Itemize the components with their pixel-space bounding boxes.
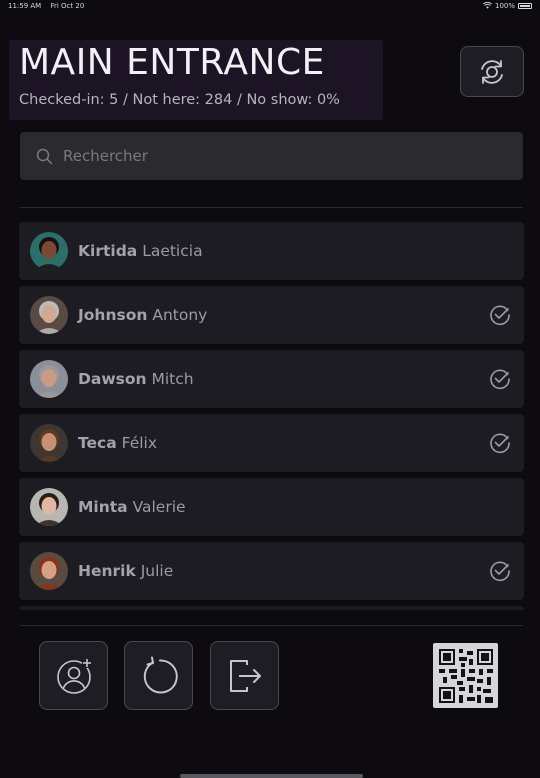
- sync-icon: [481, 59, 503, 84]
- refresh-icon: [143, 656, 178, 693]
- avatar: [30, 360, 68, 398]
- attendee-last-name: Teca: [78, 434, 117, 452]
- checkin-stats: Checked-in: 5 / Not here: 284 / No show:…: [19, 92, 340, 108]
- wifi-icon: [483, 2, 492, 9]
- logout-icon: [229, 659, 261, 692]
- attendee-name: Teca Félix: [78, 434, 157, 452]
- list-item-partial: [19, 606, 524, 610]
- page-title: MAIN ENTRANCE: [19, 42, 325, 83]
- add-user-icon: [56, 657, 92, 694]
- attendee-row[interactable]: Dawson Mitch: [19, 350, 524, 408]
- attendee-name: Dawson Mitch: [78, 370, 194, 388]
- checked-in-icon: [490, 433, 510, 454]
- refresh-button[interactable]: [124, 641, 193, 710]
- attendee-name: Kirtida Laeticia: [78, 242, 203, 260]
- qr-scan-button[interactable]: [433, 643, 498, 708]
- attendee-first-name: Félix: [121, 434, 158, 452]
- qr-code-icon: [438, 648, 493, 703]
- attendee-first-name: Valerie: [132, 498, 186, 516]
- battery-percentage: 100%: [494, 1, 515, 10]
- checked-in-icon: [490, 369, 510, 390]
- avatar: [30, 552, 68, 590]
- attendee-name: Henrik Julie: [78, 562, 173, 580]
- attendee-first-name: Julie: [140, 562, 174, 580]
- attendee-name: Minta Valerie: [78, 498, 186, 516]
- attendee-row[interactable]: Minta Valerie: [19, 478, 524, 536]
- attendee-first-name: Mitch: [151, 370, 194, 388]
- search-icon: [36, 148, 53, 164]
- avatar: [30, 488, 68, 526]
- attendee-last-name: Kirtida: [78, 242, 138, 260]
- attendee-last-name: Henrik: [78, 562, 136, 580]
- add-attendee-button[interactable]: [39, 641, 108, 710]
- battery-icon: [518, 2, 532, 9]
- checked-in-icon: [490, 561, 510, 582]
- attendee-last-name: Dawson: [78, 370, 147, 388]
- attendee-row[interactable]: Teca Félix: [19, 414, 524, 472]
- list-top-divider: [20, 207, 523, 208]
- status-time: 11:59 AM: [8, 1, 42, 10]
- attendee-last-name: Johnson: [78, 306, 148, 324]
- attendee-first-name: Antony: [152, 306, 208, 324]
- attendee-row[interactable]: Johnson Antony: [19, 286, 524, 344]
- status-date: Fri Oct 20: [50, 1, 85, 10]
- attendee-last-name: Minta: [78, 498, 128, 516]
- avatar: [30, 296, 68, 334]
- logout-button[interactable]: [210, 641, 279, 710]
- list-bottom-divider: [20, 625, 523, 626]
- sync-button[interactable]: [460, 46, 524, 97]
- attendee-first-name: Laeticia: [142, 242, 203, 260]
- search-input[interactable]: Rechercher: [20, 132, 523, 180]
- attendee-row[interactable]: Henrik Julie: [19, 542, 524, 600]
- checked-in-icon: [490, 305, 510, 326]
- avatar: [30, 232, 68, 270]
- attendee-row[interactable]: Kirtida Laeticia: [19, 222, 524, 280]
- status-bar: 11:59 AM Fri Oct 20 100%: [0, 0, 540, 11]
- search-placeholder: Rechercher: [63, 147, 148, 165]
- attendee-name: Johnson Antony: [78, 306, 207, 324]
- home-indicator: [180, 774, 363, 778]
- avatar: [30, 424, 68, 462]
